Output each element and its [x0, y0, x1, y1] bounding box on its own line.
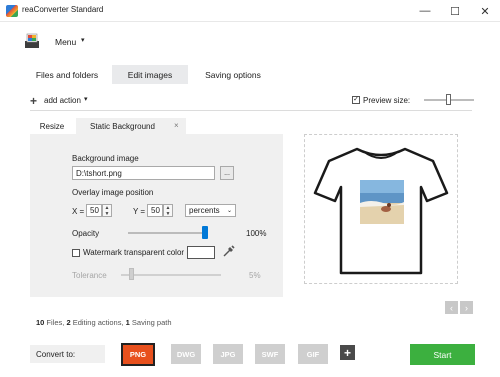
opacity-slider-track[interactable]	[128, 232, 208, 234]
saving-label: Saving path	[129, 318, 172, 327]
subtab-static-background[interactable]: Static Background	[76, 118, 186, 134]
eyedropper-icon[interactable]	[222, 244, 236, 258]
background-image-label: Background image	[72, 154, 139, 163]
browse-button[interactable]: ...	[220, 166, 234, 180]
format-png-button[interactable]: PNG	[121, 343, 155, 366]
preview-size-label: Preview size:	[363, 96, 411, 105]
opacity-slider-thumb[interactable]	[202, 226, 208, 239]
editing-label: Editing actions,	[70, 318, 126, 327]
preview-prev-button[interactable]: ‹	[445, 301, 458, 314]
x-input[interactable]: 50	[86, 204, 102, 217]
files-label: Files,	[44, 318, 67, 327]
y-label: Y =	[133, 207, 146, 216]
format-gif-button[interactable]: GIF	[298, 344, 328, 364]
menu-button[interactable]: Menu	[55, 37, 76, 47]
preview-area	[304, 134, 458, 284]
plus-icon[interactable]: +	[30, 94, 37, 108]
tolerance-value: 5%	[249, 271, 261, 280]
convert-to-label: Convert to:	[30, 345, 105, 363]
tshirt-preview-image	[313, 147, 449, 275]
app-logo-icon	[6, 5, 18, 17]
opacity-value: 100%	[246, 229, 267, 238]
divider	[30, 110, 472, 111]
menu-logo-icon[interactable]	[23, 32, 41, 50]
format-jpg-button[interactable]: JPG	[213, 344, 243, 364]
preview-size-slider-thumb[interactable]	[446, 94, 451, 105]
preview-size-checkbox[interactable]: ✓	[352, 96, 360, 104]
tolerance-slider-track	[121, 274, 221, 276]
y-input[interactable]: 50	[147, 204, 163, 217]
maximize-button[interactable]: ☐	[440, 0, 470, 22]
background-image-input[interactable]: D:\tshort.png	[72, 166, 215, 180]
format-dwg-button[interactable]: DWG	[171, 344, 201, 364]
spin-down-icon[interactable]: ▼	[103, 211, 111, 217]
add-format-button[interactable]: +	[340, 345, 355, 360]
job-summary: 10 Files, 2 Editing actions, 1 Saving pa…	[36, 318, 172, 327]
format-swf-button[interactable]: SWF	[255, 344, 285, 364]
spin-down-icon[interactable]: ▼	[164, 211, 172, 217]
start-button[interactable]: Start	[410, 344, 475, 365]
watermark-checkbox[interactable]	[72, 249, 80, 257]
close-icon[interactable]: ×	[174, 121, 179, 130]
tab-edit-images[interactable]: Edit images	[112, 65, 188, 84]
close-button[interactable]: ✕	[470, 0, 500, 22]
x-stepper[interactable]: ▲ ▼	[102, 204, 112, 217]
x-label: X =	[72, 207, 85, 216]
unit-select-value: percents	[189, 206, 220, 215]
chevron-down-icon: ▾	[84, 96, 88, 103]
add-action-button[interactable]: add action	[44, 96, 81, 105]
minimize-button[interactable]: —	[410, 0, 440, 22]
chevron-down-icon: ⌄	[226, 208, 232, 214]
watermark-color-swatch[interactable]	[187, 246, 215, 259]
tab-files-and-folders[interactable]: Files and folders	[22, 65, 112, 84]
unit-select[interactable]: percents ⌄	[185, 204, 236, 217]
y-stepper[interactable]: ▲ ▼	[163, 204, 173, 217]
overlay-position-label: Overlay image position	[72, 188, 154, 197]
preview-next-button[interactable]: ›	[460, 301, 473, 314]
tolerance-label: Tolerance	[72, 271, 107, 280]
window-title: reaConverter Standard	[22, 5, 104, 14]
opacity-label: Opacity	[72, 229, 100, 238]
chevron-down-icon: ▾	[81, 37, 85, 44]
subtab-resize[interactable]: Resize	[30, 118, 74, 134]
tab-saving-options[interactable]: Saving options	[188, 65, 278, 84]
tolerance-slider-thumb	[128, 268, 134, 280]
watermark-label: Watermark transparent color	[83, 248, 185, 257]
